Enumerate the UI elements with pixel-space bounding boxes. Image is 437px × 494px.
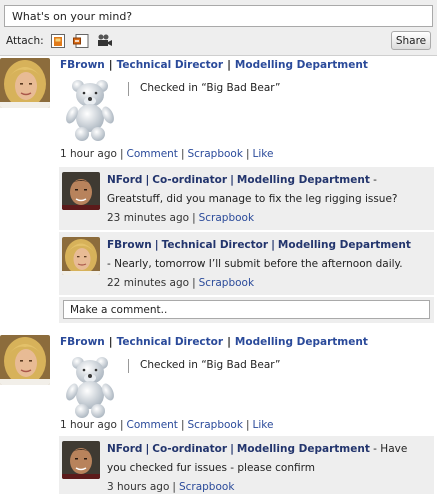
status-composer: Attach: Share	[0, 0, 437, 56]
comment-body: NFord | Co-ordinator | Modelling Department …	[107, 443, 408, 493]
video-camera-icon[interactable]	[94, 32, 114, 50]
comment-author[interactable]: NFord	[107, 443, 142, 455]
header-separator: |	[227, 336, 231, 348]
comment-item: NFord | Co-ordinator | Modelling Department …	[59, 436, 434, 494]
post-timestamp: 1 hour ago	[60, 148, 117, 160]
photo-icon[interactable]	[48, 32, 68, 50]
news-feed-post: FBrown | Technical Director | Modelling Depa…	[0, 335, 437, 435]
comment-department[interactable]: Modelling Department	[237, 174, 370, 186]
comment-timestamp: 3 hours ago	[107, 481, 170, 493]
header-separator: |	[108, 59, 113, 71]
share-button[interactable]: Share	[391, 31, 431, 50]
scrapbook-link[interactable]: Scrapbook	[179, 481, 234, 493]
post-timestamp: 1 hour ago	[60, 419, 117, 431]
post-header: FBrown | Technical Director | Modelling Depa…	[60, 59, 368, 71]
comment-link[interactable]: Comment	[126, 148, 177, 160]
post-author[interactable]: FBrown	[60, 336, 105, 348]
link-icon[interactable]	[71, 32, 91, 50]
comment-role[interactable]: Co-ordinator	[152, 174, 227, 186]
comment-role[interactable]: Technical Director	[162, 239, 268, 251]
comment-text: - Nearly, tomorrow I’ll submit before th…	[107, 258, 403, 270]
avatar[interactable]	[62, 172, 100, 210]
scrapbook-link[interactable]: Scrapbook	[187, 419, 242, 431]
avatar[interactable]	[62, 237, 100, 275]
make-comment-box	[59, 297, 434, 323]
bear-thumbnail[interactable]	[61, 78, 119, 142]
post-role[interactable]: Technical Director	[117, 336, 223, 348]
comment-body: FBrown | Technical Director | Modelling Depa…	[107, 239, 411, 289]
comment-meta: 23 minutes ago | Scrapbook	[107, 212, 255, 224]
divider	[128, 359, 129, 373]
checkin-text: Checked in “Big Bad Bear”	[140, 82, 281, 94]
divider	[128, 82, 129, 96]
comment-department[interactable]: Modelling Department	[237, 443, 370, 455]
attach-label: Attach:	[6, 35, 44, 47]
comment-role[interactable]: Co-ordinator	[152, 443, 227, 455]
post-meta: 1 hour ago | Comment | Scrapbook | Like	[60, 148, 274, 160]
checkin-text: Checked in “Big Bad Bear”	[140, 359, 281, 371]
comment-item: FBrown | Technical Director | Modelling Depa…	[59, 232, 434, 295]
avatar[interactable]	[0, 335, 50, 385]
status-input[interactable]	[4, 5, 433, 27]
comment-department[interactable]: Modelling Department	[278, 239, 411, 251]
header-separator: |	[227, 59, 231, 71]
scrapbook-link[interactable]: Scrapbook	[187, 148, 242, 160]
comment-item: NFord | Co-ordinator | Modelling Department …	[59, 167, 434, 230]
comment-author[interactable]: FBrown	[107, 239, 152, 251]
post-department[interactable]: Modelling Department	[235, 336, 368, 348]
comment-meta: 22 minutes ago | Scrapbook	[107, 277, 255, 289]
comment-body: NFord | Co-ordinator | Modelling Department …	[107, 174, 398, 224]
comment-timestamp: 23 minutes ago	[107, 212, 190, 224]
header-separator: |	[108, 336, 113, 348]
post-department[interactable]: Modelling Department	[235, 59, 368, 71]
post-header: FBrown | Technical Director | Modelling Depa…	[60, 336, 368, 348]
post-meta: 1 hour ago | Comment | Scrapbook | Like	[60, 419, 274, 431]
scrapbook-link[interactable]: Scrapbook	[199, 277, 254, 289]
avatar[interactable]	[0, 58, 50, 108]
like-link[interactable]: Like	[252, 419, 273, 431]
post-role[interactable]: Technical Director	[117, 59, 223, 71]
comment-author[interactable]: NFord	[107, 174, 142, 186]
like-link[interactable]: Like	[252, 148, 273, 160]
comment-meta: 3 hours ago | Scrapbook	[107, 481, 235, 493]
comment-input[interactable]	[63, 300, 430, 319]
attach-row: Attach:	[6, 32, 117, 50]
comment-timestamp: 22 minutes ago	[107, 277, 190, 289]
post-author[interactable]: FBrown	[60, 59, 105, 71]
comment-link[interactable]: Comment	[126, 419, 177, 431]
scrapbook-link[interactable]: Scrapbook	[199, 212, 254, 224]
bear-thumbnail[interactable]	[61, 355, 119, 419]
avatar[interactable]	[62, 441, 100, 479]
